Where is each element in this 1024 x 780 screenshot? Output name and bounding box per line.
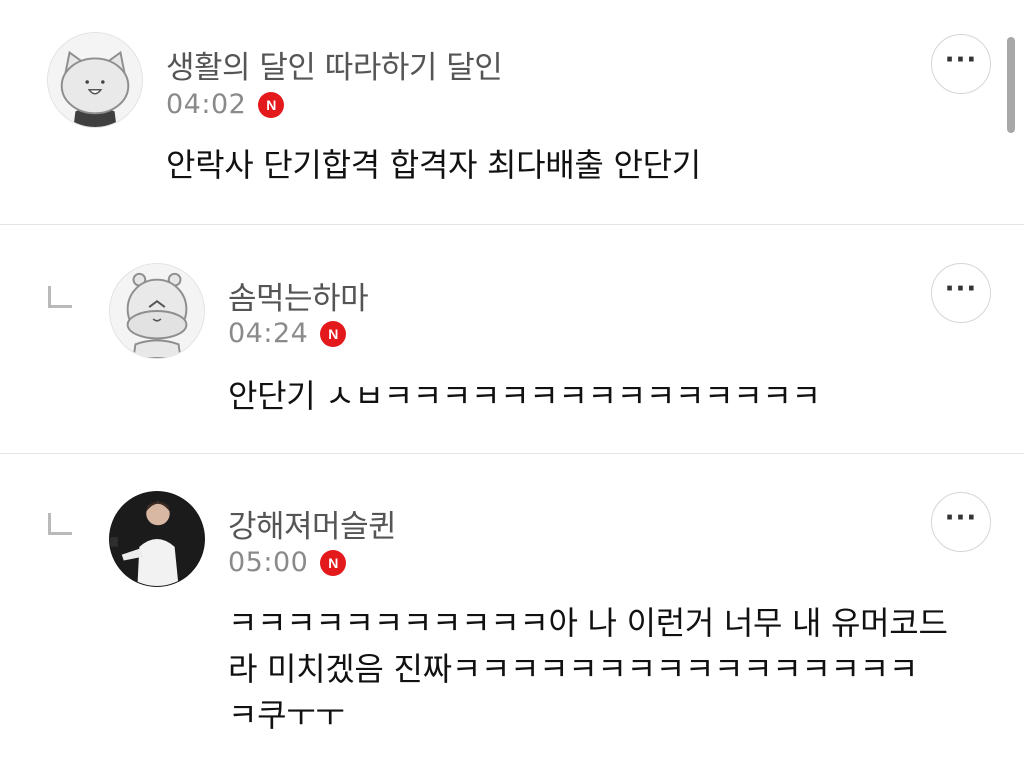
more-options-button[interactable]: ···: [931, 492, 991, 552]
comment-text-line: 라 미치겠음 진짜ㅋㅋㅋㅋㅋㅋㅋㅋㅋㅋㅋㅋㅋㅋㅋㅋ: [228, 650, 918, 688]
hippo-avatar-icon: [110, 264, 204, 358]
comment-time: 05:00: [228, 547, 309, 578]
new-badge-icon: N: [258, 91, 285, 118]
comment-text: ㅋㅋㅋㅋㅋㅋㅋㅋㅋㅋㅋ아 나 이런거 너무 내 유머코드 라 미치겠음 진짜ㅋㅋ…: [228, 600, 988, 738]
comment-list: 생활의 달인 따라하기 달인 04:02 N 안락사 단기합격 합격자 최다배출…: [0, 0, 1024, 780]
avatar[interactable]: [109, 263, 205, 359]
new-badge-icon: N: [320, 320, 347, 347]
comment-text: 안단기 ㅅㅂㅋㅋㅋㅋㅋㅋㅋㅋㅋㅋㅋㅋㅋㅋㅋ: [228, 377, 821, 415]
reply-indicator-icon: [48, 286, 72, 308]
scrollbar[interactable]: [1007, 37, 1015, 133]
new-badge-icon: N: [320, 549, 347, 576]
comment-text-line: ㅋㅋㅋㅋㅋㅋㅋㅋㅋㅋㅋ아 나 이런거 너무 내 유머코드: [228, 604, 948, 642]
comment-time: 04:24: [228, 318, 309, 349]
more-options-button[interactable]: ···: [931, 34, 991, 94]
more-horizontal-icon: ···: [944, 503, 978, 533]
comment-meta: 05:00 N: [228, 547, 347, 578]
author-name[interactable]: 강해져머슬퀸: [228, 501, 397, 546]
more-horizontal-icon: ···: [944, 274, 978, 304]
comment-time: 04:02: [166, 89, 247, 120]
comment-item: 강해져머슬퀸 05:00 N ㅋㅋㅋㅋㅋㅋㅋㅋㅋㅋㅋ아 나 이런거 너무 내 유…: [0, 454, 1024, 780]
avatar[interactable]: [109, 491, 205, 587]
more-horizontal-icon: ···: [944, 45, 978, 75]
author-name[interactable]: 솜먹는하마: [228, 273, 369, 318]
comment-item: 생활의 달인 따라하기 달인 04:02 N 안락사 단기합격 합격자 최다배출…: [0, 0, 1024, 225]
comment-item: 솜먹는하마 04:24 N 안단기 ㅅㅂㅋㅋㅋㅋㅋㅋㅋㅋㅋㅋㅋㅋㅋㅋㅋ ···: [0, 225, 1024, 454]
comment-text: 안락사 단기합격 합격자 최다배출 안단기: [166, 146, 701, 184]
comment-text-line: ㅋ쿠ㅜㅜ: [228, 696, 345, 734]
reply-indicator-icon: [48, 513, 72, 535]
more-options-button[interactable]: ···: [931, 263, 991, 323]
profile-photo-icon: [110, 492, 204, 586]
comment-meta: 04:02 N: [166, 89, 285, 120]
comment-meta: 04:24 N: [228, 318, 347, 349]
cat-avatar-icon: [48, 33, 142, 127]
avatar[interactable]: [47, 32, 143, 128]
author-name[interactable]: 생활의 달인 따라하기 달인: [166, 42, 503, 87]
